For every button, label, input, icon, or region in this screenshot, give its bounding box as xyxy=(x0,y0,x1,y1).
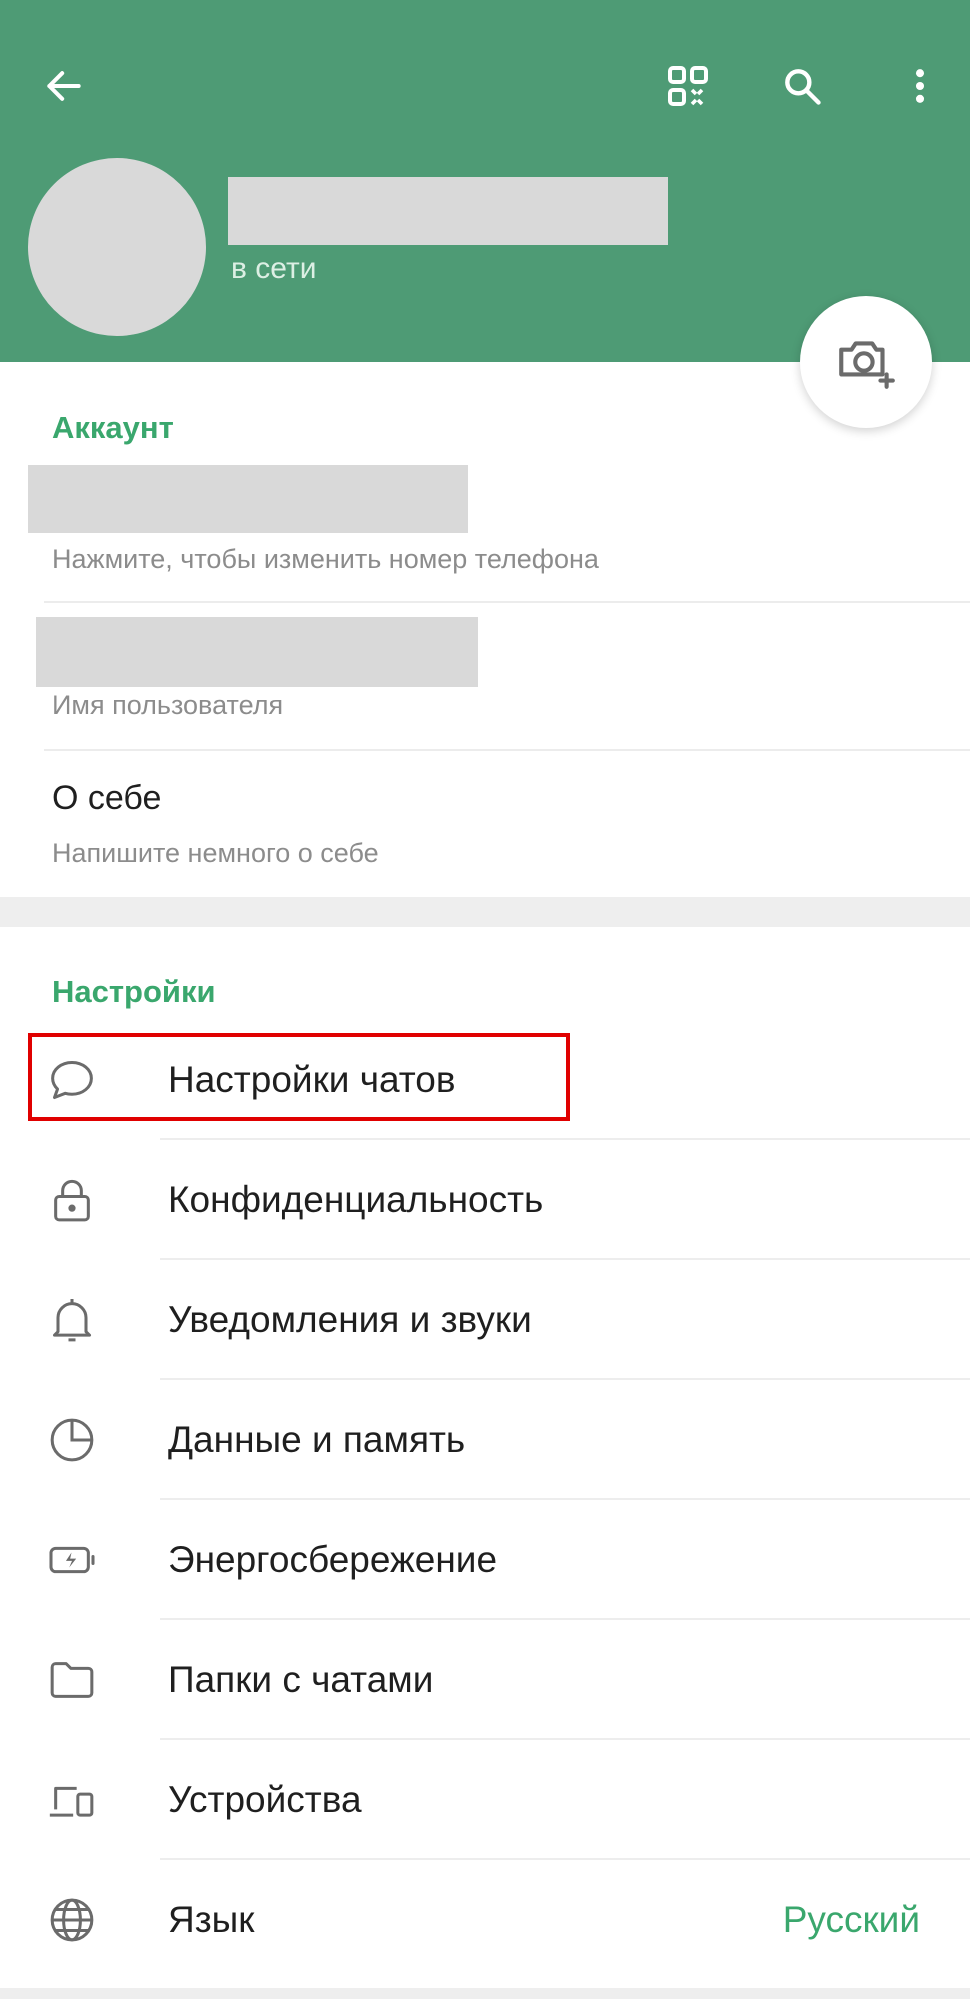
qr-code-icon xyxy=(668,66,708,106)
setting-data-storage[interactable]: Данные и память xyxy=(0,1380,970,1500)
setting-label: Устройства xyxy=(168,1779,362,1820)
setting-power-saving[interactable]: Энергосбережение xyxy=(0,1500,970,1620)
setting-label: Уведомления и звуки xyxy=(168,1299,532,1340)
online-status: в сети xyxy=(231,252,317,285)
bio-label[interactable]: О себе xyxy=(52,779,161,818)
bottom-divider xyxy=(0,1988,970,1999)
settings-section-title: Настройки xyxy=(52,974,216,1009)
setting-label: Папки с чатами xyxy=(168,1659,434,1700)
camera-add-icon xyxy=(839,341,895,389)
bell-icon xyxy=(44,1292,100,1348)
search-icon xyxy=(785,69,821,105)
setting-notifications[interactable]: Уведомления и звуки xyxy=(0,1260,970,1380)
phone-number-redacted[interactable] xyxy=(28,465,468,533)
devices-icon xyxy=(44,1772,100,1828)
profile-name-redacted xyxy=(228,177,668,245)
qr-code-button[interactable] xyxy=(660,58,716,114)
setting-label: Язык xyxy=(168,1899,255,1940)
username-hint: Имя пользователя xyxy=(52,690,284,720)
arrow-left-icon xyxy=(47,71,81,101)
section-gap xyxy=(0,897,970,927)
setting-label: Конфиденциальность xyxy=(168,1179,544,1220)
setting-language[interactable]: Язык Русский xyxy=(0,1860,970,1980)
globe-icon xyxy=(44,1892,100,1948)
folder-icon xyxy=(44,1652,100,1708)
more-vertical-icon xyxy=(915,69,925,103)
pie-clock-icon xyxy=(44,1412,100,1468)
phone-hint: Нажмите, чтобы изменить номер телефона xyxy=(52,544,599,574)
battery-icon xyxy=(44,1532,100,1588)
account-section-title: Аккаунт xyxy=(52,410,174,445)
setting-label: Энергосбережение xyxy=(168,1539,498,1580)
set-photo-button[interactable] xyxy=(800,296,932,428)
lock-icon xyxy=(44,1172,100,1228)
search-button[interactable] xyxy=(774,58,830,114)
setting-devices[interactable]: Устройства xyxy=(0,1740,970,1860)
back-button[interactable] xyxy=(36,58,92,114)
more-menu-button[interactable] xyxy=(892,58,948,114)
divider xyxy=(44,601,970,603)
language-value: Русский xyxy=(782,1899,920,1940)
username-redacted[interactable] xyxy=(36,617,478,687)
setting-privacy[interactable]: Конфиденциальность xyxy=(0,1140,970,1260)
avatar[interactable] xyxy=(28,158,206,336)
divider xyxy=(44,749,970,751)
setting-chat-folders[interactable]: Папки с чатами xyxy=(0,1620,970,1740)
bio-hint: Напишите немного о себе xyxy=(52,838,379,868)
highlight-box xyxy=(28,1033,570,1121)
setting-label: Данные и память xyxy=(168,1419,466,1460)
